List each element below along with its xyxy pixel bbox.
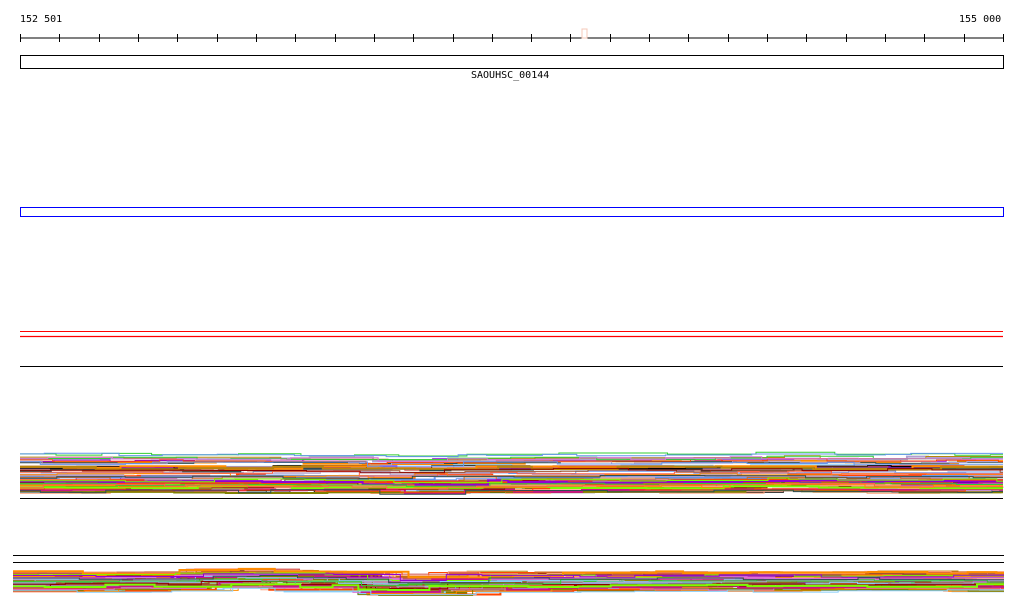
- coverage-track-2[interactable]: [13, 567, 1004, 596]
- coverage-track-1[interactable]: [20, 451, 1004, 495]
- blue-track-box[interactable]: [20, 207, 1004, 217]
- position-ruler[interactable]: [20, 28, 1004, 42]
- genome-browser-canvas[interactable]: [0, 0, 1024, 611]
- cursor-marker: [581, 28, 588, 39]
- gene-feature-box[interactable]: [20, 55, 1004, 69]
